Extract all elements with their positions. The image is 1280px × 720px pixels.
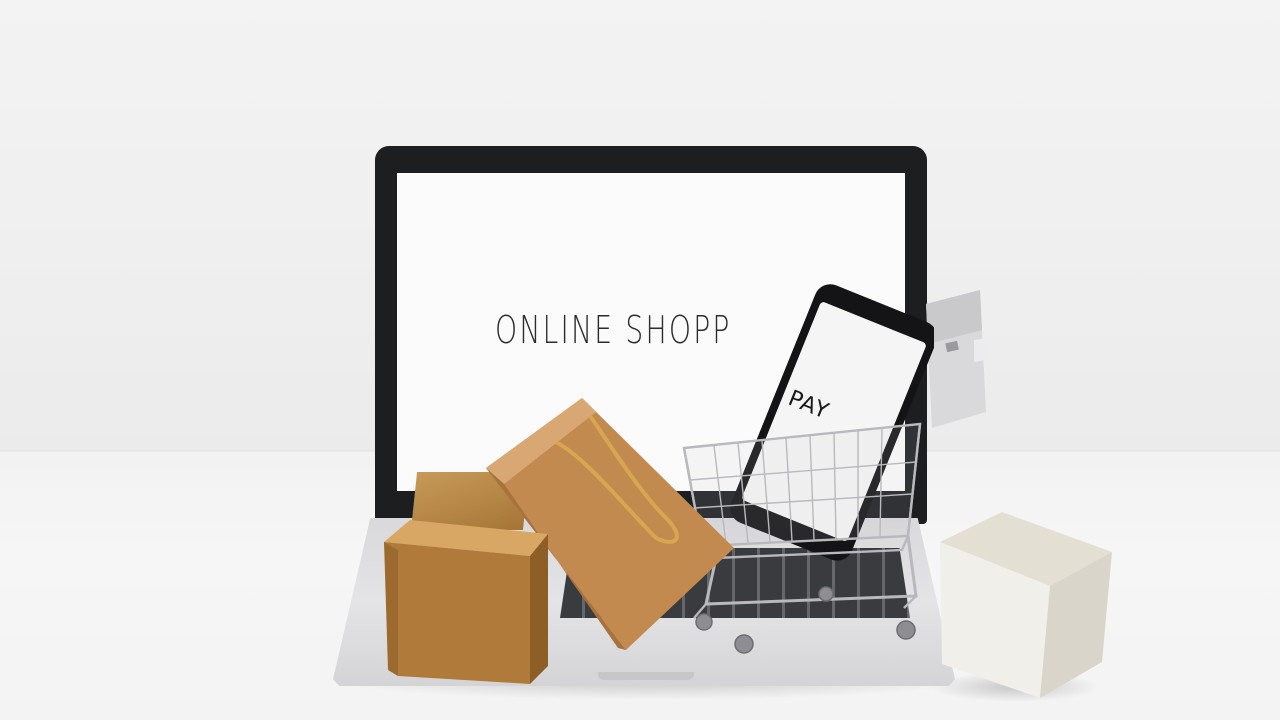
gift-box-icon [384, 520, 548, 684]
laptop-front-notch [598, 672, 694, 680]
product-photo: ONLINE SHOPPING PAY [0, 0, 1280, 720]
screen-caption: ONLINE SHOPPING [495, 308, 732, 352]
gift-box-icon [940, 512, 1112, 698]
